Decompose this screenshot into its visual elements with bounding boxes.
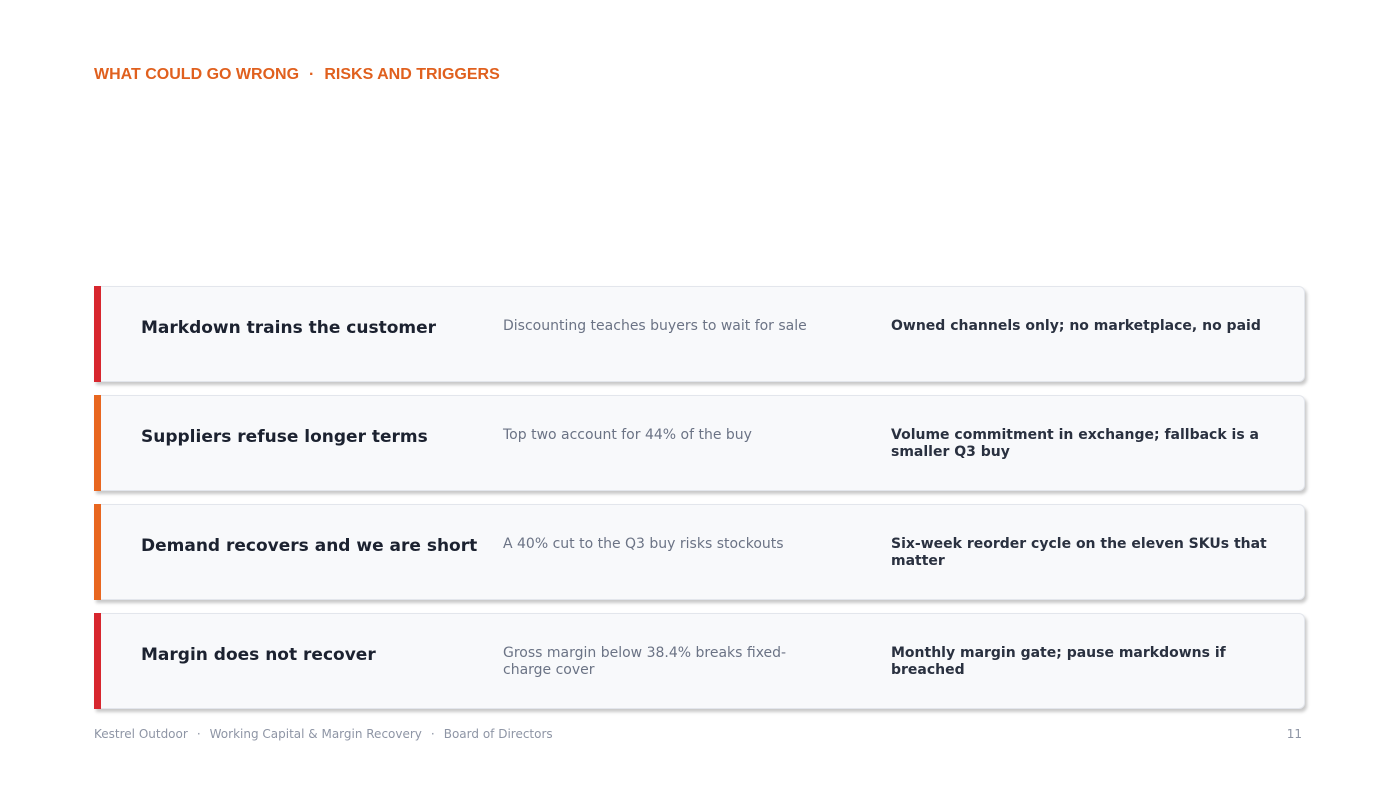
footer-separator: · — [430, 727, 435, 741]
section-kicker: WHAT COULD GO WRONG · RISKS AND TRIGGERS — [94, 66, 500, 84]
section-label: WHAT COULD GO WRONG — [94, 66, 300, 83]
risk-cause: Discounting teaches buyers to wait for s… — [503, 318, 807, 334]
risk-mitigation: Six-week reorder cycle on the eleven SKU… — [891, 536, 1267, 569]
risk-cause: A 40% cut to the Q3 buy risks stockouts — [503, 536, 784, 552]
risk-title: Suppliers refuse longer terms — [141, 427, 428, 447]
risk-card: Markdown trains the customer Discounting… — [94, 286, 1305, 382]
risk-list: Markdown trains the customer Discounting… — [94, 286, 1305, 722]
risk-mitigation: Owned channels only; no marketplace, no … — [891, 318, 1261, 334]
footer-separator: · — [196, 727, 201, 741]
slide-footer: Kestrel Outdoor · Working Capital & Margin… — [94, 727, 553, 741]
risk-title: Margin does not recover — [141, 645, 376, 665]
severity-bar — [94, 504, 101, 600]
risk-mitigation: Volume commitment in exchange; fallback … — [891, 427, 1259, 460]
severity-bar — [94, 286, 101, 382]
risk-card: Margin does not recover Gross margin bel… — [94, 613, 1305, 709]
risk-mitigation: Monthly margin gate; pause markdowns if … — [891, 645, 1226, 678]
risk-cause: Top two account for 44% of the buy — [503, 427, 752, 443]
footer-deck-title: Working Capital & Margin Recovery — [209, 727, 422, 741]
kicker-separator: · — [309, 66, 315, 83]
severity-bar — [94, 613, 101, 709]
footer-audience: Board of Directors — [443, 727, 553, 741]
risk-title: Demand recovers and we are short — [141, 536, 478, 556]
page-number: 11 — [1286, 727, 1302, 741]
risk-title: Markdown trains the customer — [141, 318, 437, 338]
risk-card: Suppliers refuse longer terms Top two ac… — [94, 395, 1305, 491]
footer-company: Kestrel Outdoor — [94, 727, 188, 741]
severity-bar — [94, 395, 101, 491]
slide-title: RISKS AND TRIGGERS — [324, 66, 500, 83]
risk-card: Demand recovers and we are short A 40% c… — [94, 504, 1305, 600]
risk-cause: Gross margin below 38.4% breaks fixed-ch… — [503, 645, 787, 678]
